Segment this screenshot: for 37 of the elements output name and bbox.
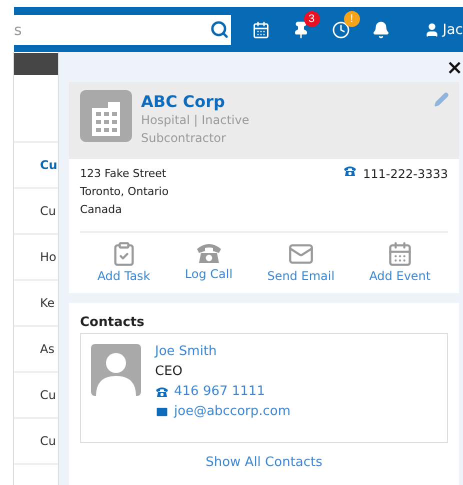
action-button[interactable]: Add Event <box>369 241 431 283</box>
clock-icon <box>332 20 350 38</box>
address-line: Toronto, Ontario <box>80 184 169 200</box>
calendar-icon <box>252 20 270 38</box>
search-icon <box>210 20 229 39</box>
action-button[interactable]: Send Email <box>267 241 335 283</box>
address-line: Canada <box>80 202 123 218</box>
close-button[interactable]: × <box>446 55 463 79</box>
count-badge: 3 <box>304 10 320 26</box>
building-icon <box>80 90 132 142</box>
avatar-icon <box>91 344 141 396</box>
account-subtitle: Hospital | Inactive <box>141 112 250 129</box>
pin-button[interactable]: 3 <box>292 10 320 38</box>
user-icon <box>424 22 440 38</box>
show-all-link[interactable]: Show All Contacts <box>80 455 448 470</box>
telephone-icon <box>194 241 223 265</box>
telephone-icon <box>155 386 169 398</box>
telephone-icon <box>342 165 357 177</box>
contact-name[interactable]: Joe Smith <box>155 344 291 359</box>
address-line: 123 Fake Street <box>80 166 168 182</box>
pencil-icon <box>434 92 449 107</box>
search-field[interactable]: s <box>14 14 208 44</box>
calendar-icon <box>386 241 413 267</box>
account-name: ABC Corp <box>141 92 226 111</box>
action-button[interactable]: Add Task <box>97 241 150 283</box>
contact-role: CEO <box>155 364 184 379</box>
account-type: Subcontractor <box>141 130 227 147</box>
contact-phone[interactable]: 416 967 1111 <box>155 384 291 399</box>
search-button[interactable] <box>208 14 231 44</box>
action-button[interactable]: Log Call <box>184 241 233 283</box>
section-title: Contacts <box>80 315 146 330</box>
contact-email[interactable]: joe@abccorp.com <box>155 404 291 419</box>
bell-icon <box>372 20 390 38</box>
list-header-bar <box>14 53 58 75</box>
count-badge: ! <box>344 10 360 26</box>
user-menu[interactable]: Jac <box>424 22 463 38</box>
phone-number: 111-222-3333 <box>362 166 448 183</box>
